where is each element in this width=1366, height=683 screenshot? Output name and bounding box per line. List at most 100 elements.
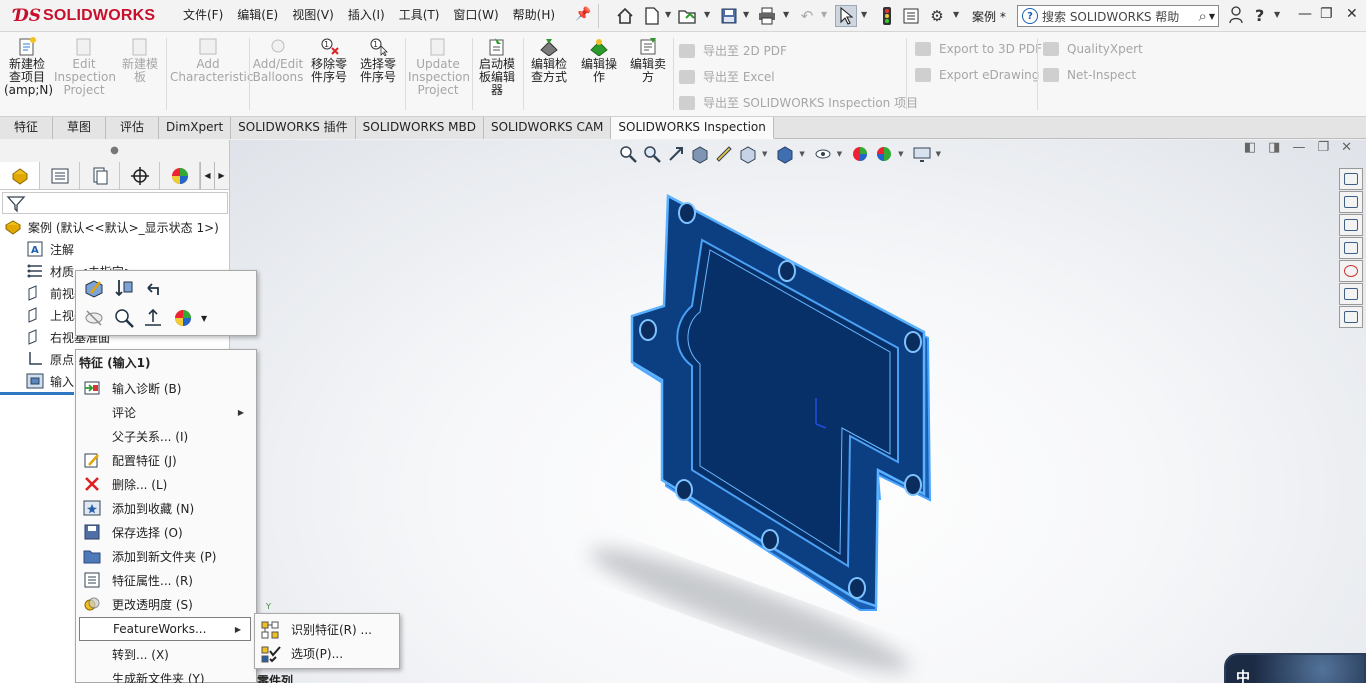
menu-item-save-selection[interactable]: 保存选择 (O) (76, 520, 256, 544)
tab-addins[interactable]: SOLIDWORKS 插件 (231, 117, 356, 139)
new-template-button[interactable]: 新建模板 (118, 36, 162, 84)
menu-item-import-diagnostics[interactable]: 输入诊断 (B) (76, 376, 256, 400)
appearances-icon[interactable] (1339, 260, 1363, 282)
menu-view[interactable]: 视图(V) (285, 6, 341, 24)
export-inspection-project-button[interactable]: 导出至 SOLIDWORKS Inspection 项目 (679, 94, 918, 111)
appearance-icon[interactable] (172, 307, 194, 329)
normal-to-icon[interactable] (142, 307, 164, 329)
solidworks-logo[interactable]: ƊS SOLIDWORKS (14, 4, 155, 28)
export-excel-button[interactable]: 导出至 Excel (679, 68, 775, 85)
propertymanager-tab-icon[interactable] (40, 162, 80, 189)
close-icon[interactable]: ✕ (1346, 6, 1358, 22)
search-icon[interactable]: ⌕ (1198, 7, 1206, 25)
chevron-down-icon[interactable]: ▼ (743, 10, 749, 19)
edit-method-button[interactable]: 编辑检查方式 (526, 36, 572, 84)
home-icon[interactable] (1339, 168, 1363, 190)
menu-item-change-transparency[interactable]: 更改透明度 (S) (76, 592, 256, 616)
tab-features[interactable]: 特征 (0, 117, 54, 139)
design-library-icon[interactable] (1339, 191, 1363, 213)
help-icon[interactable]: ? (1255, 6, 1264, 25)
chevron-down-icon[interactable]: ▼ (704, 10, 710, 19)
update-project-button[interactable]: Update Inspection Project (408, 36, 470, 97)
open-file-icon[interactable] (677, 5, 699, 27)
view-palette-icon[interactable] (1339, 237, 1363, 259)
tab-sketch[interactable]: 草图 (53, 117, 107, 139)
edit-inspection-button[interactable]: Edit Inspection Project (54, 36, 116, 97)
add-characteristic-button[interactable]: Add Characteristic (170, 36, 253, 84)
undo-icon[interactable]: ↶ (796, 5, 818, 27)
chevron-down-icon[interactable]: ▼ (201, 314, 207, 323)
menu-edit[interactable]: 编辑(E) (230, 6, 285, 24)
menu-item-add-new-folder[interactable]: 添加到新文件夹 (P) (76, 544, 256, 568)
hide-icon[interactable] (83, 307, 105, 329)
menu-item-delete[interactable]: 删除... (L) (76, 472, 256, 496)
gear-icon[interactable]: ⚙ (926, 5, 948, 27)
chevron-down-icon[interactable]: ▼ (953, 10, 959, 19)
edit-vendor-button[interactable]: 编辑卖方 (625, 36, 671, 84)
menu-item-configure-feature[interactable]: 配置特征 (J) (76, 448, 256, 472)
chevron-down-icon[interactable]: ▼ (1274, 10, 1280, 19)
rollback-bar[interactable] (0, 392, 74, 395)
chevron-down-icon[interactable]: ▼ (783, 10, 789, 19)
menu-item-recognize-features[interactable]: 识别特征(R) ... (255, 617, 399, 641)
restore-icon[interactable]: ❐ (1320, 6, 1333, 22)
chevron-down-icon[interactable]: ▼ (821, 10, 827, 19)
tab-dimxpert[interactable]: DimXpert (159, 117, 232, 139)
display-manager-tab-icon[interactable] (160, 162, 200, 189)
pin-icon[interactable]: 📌 (575, 7, 591, 22)
file-explorer-icon[interactable] (1339, 214, 1363, 236)
template-editor-button[interactable]: 启动模板编辑器 (474, 36, 520, 97)
minimize-icon[interactable]: — (1298, 6, 1312, 22)
graphics-area[interactable]: ◧ ◨ — ❐ ✕ ▼ ▼ ▼ ▼ ▼ 中 (230, 140, 1366, 683)
menu-insert[interactable]: 插入(I) (341, 6, 392, 24)
edit-feature-icon[interactable] (83, 277, 105, 299)
file-properties-icon[interactable] (900, 5, 922, 27)
chevron-left-icon[interactable]: ◀ (200, 162, 214, 189)
tab-evaluate[interactable]: 评估 (106, 117, 160, 139)
rollback-icon[interactable] (142, 277, 164, 299)
custom-properties-icon[interactable] (1339, 283, 1363, 305)
edit-operation-button[interactable]: 编辑操作 (576, 36, 622, 84)
menu-item-options[interactable]: 选项(P)... (255, 641, 399, 665)
menu-item-feature-properties[interactable]: 特征属性... (R) (76, 568, 256, 592)
dimxpert-tab-icon[interactable] (120, 162, 160, 189)
export-edrawing-button[interactable]: Export eDrawing (915, 68, 1039, 82)
tab-mbd[interactable]: SOLIDWORKS MBD (355, 117, 484, 139)
menu-file[interactable]: 文件(F) (176, 6, 230, 24)
qualityxpert-button[interactable]: QualityXpert (1043, 42, 1143, 56)
configurationmanager-tab-icon[interactable] (80, 162, 120, 189)
traffic-light-icon[interactable] (876, 5, 898, 27)
forum-icon[interactable] (1339, 306, 1363, 328)
zoom-to-selection-icon[interactable] (113, 307, 135, 329)
search-input[interactable]: ? 搜索 SOLIDWORKS 帮助 ⌕ ▼ (1017, 5, 1219, 27)
export-2d-pdf-button[interactable]: 导出至 2D PDF (679, 42, 787, 59)
chevron-down-icon[interactable]: ▼ (1209, 12, 1215, 21)
menu-item-parent-child[interactable]: 父子关系... (I) (76, 424, 256, 448)
print-icon[interactable] (756, 5, 778, 27)
balloons-button[interactable]: Add/Edit Balloons (252, 36, 304, 84)
new-inspection-button[interactable]: 新建检查项目(amp;N) (4, 36, 53, 97)
tree-filter[interactable] (2, 192, 228, 214)
tree-item-annotations[interactable]: A 注解 (26, 238, 256, 260)
suppress-icon[interactable] (113, 277, 135, 299)
weather-widget[interactable]: 中 (1224, 653, 1366, 683)
menu-item-featureworks[interactable]: FeatureWorks... ▶ (79, 617, 251, 641)
chevron-down-icon[interactable]: ▼ (665, 10, 671, 19)
net-inspect-button[interactable]: Net-Inspect (1043, 68, 1136, 82)
remove-balloon-button[interactable]: 1 移除零件序号 (306, 36, 352, 84)
menu-item-goto[interactable]: 转到... (X) (76, 642, 256, 666)
save-icon[interactable] (718, 5, 740, 27)
menu-item-create-folder[interactable]: 生成新文件夹 (Y) (76, 666, 256, 683)
featuremanager-tab-icon[interactable] (0, 162, 40, 189)
panel-grip[interactable]: ● (0, 140, 229, 162)
menu-help[interactable]: 帮助(H) (506, 6, 562, 24)
export-3d-pdf-button[interactable]: Export to 3D PDF (915, 42, 1042, 56)
tree-root[interactable]: 案例 (默认<<默认>_显示状态 1>) (4, 216, 234, 238)
new-document-icon[interactable] (641, 5, 663, 27)
menu-window[interactable]: 窗口(W) (446, 6, 505, 24)
home-icon[interactable] (614, 5, 636, 27)
part-model[interactable] (230, 140, 1366, 683)
chevron-down-icon[interactable]: ▼ (861, 10, 867, 19)
tab-inspection[interactable]: SOLIDWORKS Inspection (611, 117, 774, 139)
tab-cam[interactable]: SOLIDWORKS CAM (483, 117, 612, 139)
